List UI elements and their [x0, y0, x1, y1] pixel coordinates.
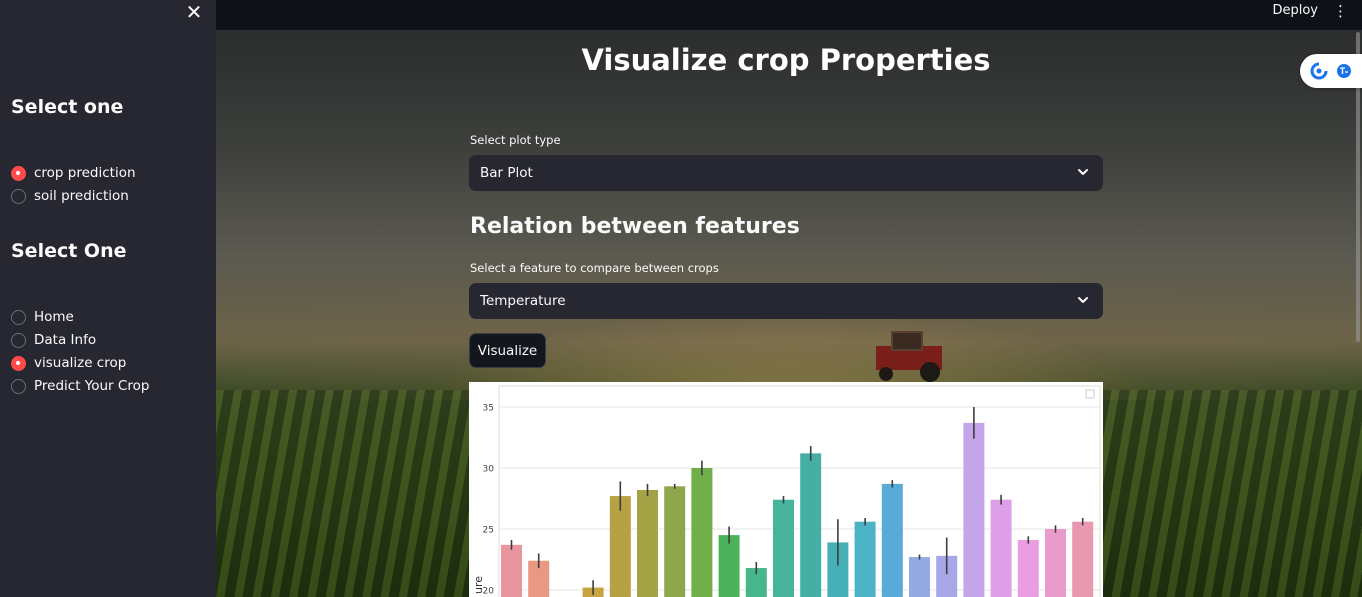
- radio-soil-prediction[interactable]: soil prediction: [11, 188, 129, 204]
- background-sky: [216, 260, 1362, 400]
- bar: [773, 499, 794, 597]
- bar: [501, 544, 522, 597]
- translate-icon: [1337, 64, 1351, 78]
- radio-unselected-icon: [11, 378, 26, 394]
- y-tick-label: 25: [483, 526, 494, 536]
- page-title: Visualize crop Properties: [581, 43, 991, 77]
- radio-visualize-crop[interactable]: visualize crop: [11, 355, 126, 371]
- radio-label: Home: [34, 309, 74, 325]
- y-tick-label: 35: [483, 404, 494, 414]
- y-tick-label: 30: [483, 465, 495, 475]
- radio-label: crop prediction: [34, 165, 136, 181]
- bar: [691, 468, 713, 597]
- deploy-button[interactable]: Deploy: [1272, 3, 1318, 18]
- bar: [990, 499, 1012, 597]
- main-content: Visualize crop Properties Select plot ty…: [216, 30, 1362, 597]
- chart-toolbar-icon: [1085, 389, 1095, 399]
- select-value: Bar Plot: [480, 165, 533, 181]
- feature-select[interactable]: Temperature: [469, 283, 1103, 319]
- extension-logo-icon: [1310, 62, 1328, 80]
- tractor-image: [876, 331, 942, 382]
- plot-type-label: Select plot type: [470, 133, 561, 147]
- radio-label: Data Info: [34, 332, 97, 348]
- bar: [854, 521, 876, 597]
- radio-unselected-icon: [11, 309, 26, 325]
- plot-type-select[interactable]: Bar Plot: [469, 155, 1103, 191]
- feature-label: Select a feature to compare between crop…: [470, 261, 719, 275]
- radio-data-info[interactable]: Data Info: [11, 332, 96, 348]
- chevron-down-icon: [1078, 297, 1088, 303]
- bar: [881, 483, 903, 597]
- bar: [800, 453, 822, 597]
- radio-selected-icon: [11, 355, 26, 371]
- bar: [664, 486, 686, 597]
- bar: [909, 557, 930, 597]
- group1-title: Select one: [11, 96, 124, 118]
- app-header: Deploy ⋮: [216, 0, 1362, 30]
- radio-predict-your-crop[interactable]: Predict Your Crop: [11, 378, 149, 394]
- close-sidebar-icon[interactable]: ✕: [184, 2, 204, 22]
- bar: [1072, 521, 1094, 597]
- radio-selected-icon: [11, 165, 26, 181]
- bar: [609, 496, 631, 597]
- extension-widget[interactable]: [1300, 54, 1362, 88]
- bar: [1017, 539, 1039, 597]
- bar: [963, 422, 985, 597]
- y-axis-label: ure: [472, 576, 485, 594]
- bar-chart: 20 25 30 35 ure: [469, 382, 1103, 597]
- main-menu-icon[interactable]: ⋮: [1333, 2, 1348, 20]
- chevron-down-icon: [1078, 169, 1088, 175]
- bar-chart-svg: 20253035ure: [472, 385, 1101, 597]
- section-heading: Relation between features: [470, 214, 800, 239]
- radio-label: soil prediction: [34, 188, 129, 204]
- radio-unselected-icon: [11, 332, 26, 348]
- bar: [637, 489, 658, 597]
- radio-label: visualize crop: [34, 355, 127, 371]
- group2-title: Select One: [11, 240, 127, 262]
- bar: [718, 535, 740, 597]
- sidebar: ✕ Select one crop prediction soil predic…: [0, 0, 216, 597]
- bar: [1045, 529, 1066, 597]
- select-value: Temperature: [480, 293, 566, 309]
- radio-crop-prediction[interactable]: crop prediction: [11, 165, 136, 181]
- visualize-button[interactable]: Visualize: [469, 333, 546, 368]
- radio-unselected-icon: [11, 188, 26, 204]
- radio-home[interactable]: Home: [11, 309, 74, 325]
- radio-label: Predict Your Crop: [34, 378, 150, 394]
